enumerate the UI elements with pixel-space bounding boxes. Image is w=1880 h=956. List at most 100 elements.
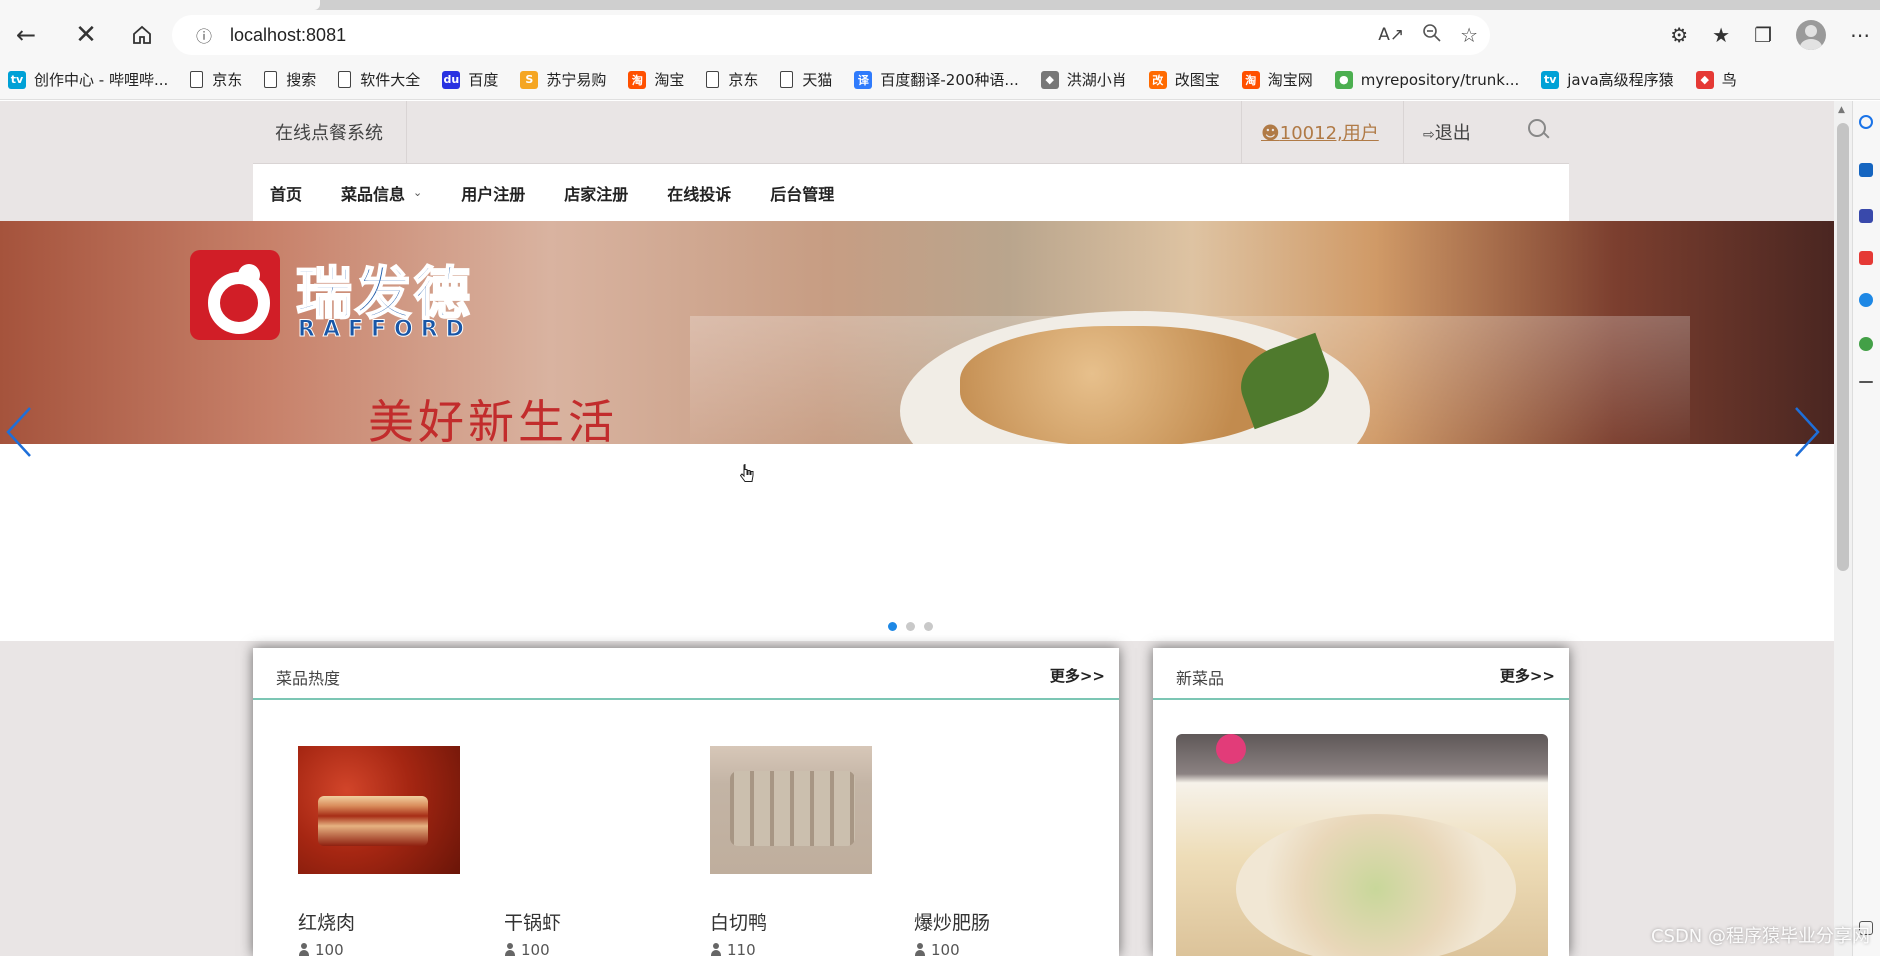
new-dish-image[interactable] <box>1176 734 1548 956</box>
bookmark-item[interactable]: du 百度 <box>442 69 498 90</box>
office-icon[interactable] <box>1859 293 1873 307</box>
bookmark-label: 百度 <box>468 71 499 89</box>
main-nav: 首页 菜品信息 ⌄ 用户注册 店家注册 在线投诉 后台管理 <box>253 164 1569 221</box>
site-header: 在线点餐系统 ☻10012,用户 ⇨退出 <box>253 101 1569 164</box>
extensions-icon[interactable]: ⚙ <box>1670 23 1688 47</box>
carousel-prev-button[interactable] <box>2 404 38 460</box>
nav-item-shop-register[interactable]: 店家注册 <box>564 181 628 205</box>
dish-name[interactable]: 白切鸭 <box>710 908 767 935</box>
nav-item-home[interactable]: 首页 <box>270 181 302 205</box>
bookmark-item[interactable]: tv 创作中心 - 哔哩哔... <box>8 69 168 90</box>
bookmark-item[interactable]: 天猫 <box>780 69 832 90</box>
carousel-dot[interactable] <box>924 622 933 631</box>
more-link[interactable]: 更多>> <box>1050 665 1105 686</box>
new-dishes-panel: 新菜品 更多>> <box>1153 648 1569 956</box>
dish-name[interactable]: 红烧肉 <box>298 908 355 935</box>
tab-strip <box>0 0 1880 10</box>
add-icon[interactable] <box>1859 381 1873 383</box>
scrollbar-thumb[interactable] <box>1837 123 1849 571</box>
active-tab[interactable] <box>0 0 320 10</box>
more-link[interactable]: 更多>> <box>1500 665 1555 686</box>
brand-logo-icon <box>190 250 280 340</box>
bookmark-item[interactable]: 京东 <box>190 69 242 90</box>
bookmark-label: 淘宝网 <box>1267 71 1313 89</box>
bookmark-item[interactable]: 改改图宝 <box>1148 69 1220 90</box>
shopping-icon[interactable] <box>1859 163 1873 177</box>
back-icon[interactable]: ← <box>6 15 46 55</box>
bookmark-label: 改图宝 <box>1174 71 1220 89</box>
dish-stat: 110 <box>710 941 756 956</box>
panel-title: 菜品热度 <box>276 669 341 688</box>
banner-carousel[interactable]: 瑞发德 RAFFORD 美好新生活 <box>0 221 1834 641</box>
bookmark-item[interactable]: 淘淘宝 <box>628 69 684 90</box>
favorites-icon[interactable]: ★ <box>1712 23 1730 47</box>
scroll-up-icon[interactable]: ▲ <box>1838 105 1845 115</box>
read-aloud-icon[interactable]: A↗ <box>1378 25 1404 45</box>
dish-stat: 100 <box>504 941 550 956</box>
nav-item-admin[interactable]: 后台管理 <box>770 181 834 205</box>
add-favorite-icon[interactable]: ☆ <box>1460 23 1478 47</box>
header-divider <box>1241 101 1242 164</box>
address-bar[interactable]: ⓘ localhost:8081 A↗ ☆ <box>172 15 1490 55</box>
bookmark-item[interactable]: 软件大全 <box>338 69 420 90</box>
bookmark-label: 京东 <box>728 71 759 89</box>
chrome-icon: ● <box>1334 70 1353 89</box>
page-scrollbar[interactable]: ▲ <box>1834 101 1852 956</box>
logout-icon: ⇨ <box>1423 127 1435 143</box>
web-page: 在线点餐系统 ☻10012,用户 ⇨退出 首页 菜品信息 ⌄ 用户注册 店家注册 … <box>0 101 1834 956</box>
nav-item-user-register[interactable]: 用户注册 <box>461 181 525 205</box>
search-icon[interactable] <box>1526 117 1552 143</box>
taobao-icon: 淘 <box>1241 70 1260 89</box>
nav-item-complaint[interactable]: 在线投诉 <box>667 181 731 205</box>
spotify-icon[interactable] <box>1859 337 1873 351</box>
page-icon <box>338 71 352 88</box>
stop-loading-icon[interactable]: ✕ <box>66 15 106 55</box>
site-title: 在线点餐系统 <box>275 123 383 144</box>
url-text[interactable]: localhost:8081 <box>230 25 346 46</box>
user-icon <box>914 943 925 956</box>
logout-link[interactable]: ⇨退出 <box>1423 119 1471 145</box>
brand-name-en: RAFFORD <box>298 317 472 343</box>
bookmark-item[interactable]: ● myrepository/trunk... <box>1334 70 1519 89</box>
games-icon[interactable] <box>1859 251 1873 265</box>
dish-stat: 100 <box>298 941 344 956</box>
dish-image[interactable] <box>710 746 872 874</box>
bilibili-icon: tv <box>1541 70 1560 89</box>
chevron-down-icon: ⌄ <box>413 186 423 199</box>
page-icon <box>190 71 204 88</box>
bookmark-label: 搜索 <box>286 71 317 89</box>
dish-name[interactable]: 爆炒肥肠 <box>914 908 990 935</box>
user-account-link[interactable]: ☻10012,用户 <box>1261 119 1379 145</box>
bird-icon: ◆ <box>1040 70 1059 89</box>
page-icon <box>264 71 278 88</box>
profile-avatar[interactable] <box>1796 20 1826 50</box>
bookmark-item[interactable]: ◆ 鸟 <box>1695 69 1737 90</box>
hand-cursor-icon <box>740 464 754 482</box>
bookmark-item[interactable]: S 苏宁易购 <box>520 69 606 90</box>
nav-item-dishes[interactable]: 菜品信息 ⌄ <box>341 181 422 205</box>
suning-icon: S <box>520 70 539 89</box>
bookmark-item[interactable]: ◆ 洪湖小肖 <box>1040 69 1127 90</box>
dish-image[interactable] <box>298 746 460 874</box>
bookmark-item[interactable]: 京东 <box>706 69 758 90</box>
browser-sidebar <box>1852 101 1880 956</box>
site-info-icon[interactable]: ⓘ <box>190 23 218 47</box>
zoom-out-icon[interactable] <box>1422 23 1442 48</box>
search-icon[interactable] <box>1859 115 1873 129</box>
bookmark-item[interactable]: 译百度翻译-200种语... <box>854 69 1019 90</box>
more-menu-icon[interactable]: ⋯ <box>1850 23 1870 47</box>
bookmark-item[interactable]: 搜索 <box>264 69 316 90</box>
page-icon <box>780 71 794 88</box>
carousel-dot[interactable] <box>888 622 897 631</box>
baidu-icon: du <box>442 70 461 89</box>
collections-icon[interactable]: ❐ <box>1754 23 1772 47</box>
carousel-dot[interactable] <box>906 622 915 631</box>
banner-slide[interactable]: 瑞发德 RAFFORD 美好新生活 <box>0 221 1834 444</box>
carousel-next-button[interactable] <box>1788 404 1824 460</box>
bookmark-item[interactable]: 淘淘宝网 <box>1241 69 1313 90</box>
home-icon[interactable] <box>122 15 162 55</box>
user-icon <box>298 943 309 956</box>
tools-icon[interactable] <box>1859 209 1873 223</box>
dish-name[interactable]: 干锅虾 <box>504 908 561 935</box>
bookmark-item[interactable]: tv java高级程序猿 <box>1541 69 1674 90</box>
